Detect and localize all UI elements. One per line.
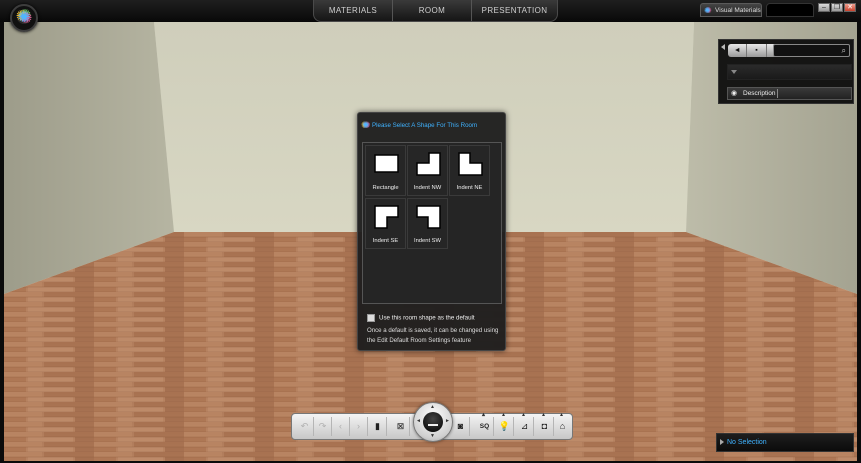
door-icon[interactable]: ▮: [369, 417, 387, 436]
main-nav-tabs: MATERIALS ROOM PRESENTATION: [313, 0, 558, 22]
indent-nw-shape-icon: [416, 152, 441, 176]
wheel-left-icon[interactable]: ◄: [416, 419, 421, 424]
default-note: Once a default is saved, it can be chang…: [367, 327, 499, 344]
close-button[interactable]: ✕: [844, 3, 856, 12]
panel-collapse-icon[interactable]: [721, 44, 725, 50]
caret-up-icon: ▴: [542, 412, 546, 418]
column-divider: [777, 89, 778, 98]
camera-fit-icon[interactable]: ◙: [452, 417, 470, 436]
nav-menu-button[interactable]: ▪: [747, 44, 767, 57]
lightbulb-icon[interactable]: ▴ 💡: [496, 412, 514, 436]
shape-label: Indent NW: [413, 185, 442, 191]
wheel-center-bar: [428, 424, 438, 426]
tab-room[interactable]: ROOM: [393, 0, 472, 21]
shape-label: Indent NE: [456, 185, 483, 191]
app-window: ✺ MATERIALS ROOM PRESENTATION ✺ Visual M…: [0, 0, 861, 463]
expand-arrow-icon[interactable]: [720, 439, 724, 445]
shape-grid: Rectangle Indent NW Indent NE Indent SE: [362, 142, 502, 304]
navigation-wheel[interactable]: ▲ ▼ ◄ ►: [413, 402, 453, 442]
panel-search-input[interactable]: ⌕: [773, 44, 850, 57]
indent-sw-shape-icon: [416, 205, 441, 229]
indent-se-shape-icon: [374, 205, 399, 229]
dialog-title-text: Please Select A Shape For This Room: [372, 122, 478, 130]
shape-rectangle[interactable]: Rectangle: [365, 145, 406, 196]
wheel-up-icon[interactable]: ▲: [430, 405, 435, 410]
tab-materials[interactable]: MATERIALS: [314, 0, 393, 21]
shape-label: Indent SE: [372, 238, 399, 244]
shape-label: Indent SW: [413, 238, 442, 244]
default-checkbox[interactable]: [367, 314, 375, 322]
step-back-button[interactable]: ‹: [332, 417, 350, 436]
restore-button[interactable]: ❐: [831, 3, 843, 12]
room-shape-dialog: ✺ Please Select A Shape For This Room Rec…: [357, 112, 506, 351]
eye-icon[interactable]: ◉: [731, 88, 737, 99]
default-checkbox-row[interactable]: Use this room shape as the default: [367, 314, 475, 323]
shape-indent-nw[interactable]: Indent NW: [407, 145, 448, 196]
square-feet-button[interactable]: ▴ SQ: [476, 412, 494, 436]
empty-tab[interactable]: [766, 3, 814, 17]
selection-status-text: No Selection: [727, 439, 767, 446]
shape-indent-sw[interactable]: Indent SW: [407, 198, 448, 249]
rectangle-shape-icon: [374, 154, 399, 173]
tab-presentation[interactable]: PRESENTATION: [472, 0, 557, 21]
right-panel: ◄ ▪ ► ⌕ ◉ Description: [718, 39, 854, 104]
caret-up-icon: ▴: [502, 412, 506, 418]
home-icon[interactable]: ▴ ⌂: [554, 412, 571, 436]
visual-materials-tab[interactable]: ✺ Visual Materials: [700, 3, 762, 17]
visual-materials-icon: ✺: [704, 6, 711, 15]
visual-materials-label: Visual Materials: [715, 7, 761, 14]
wheel-center-button[interactable]: [423, 412, 443, 432]
shape-indent-ne[interactable]: Indent NE: [449, 145, 490, 196]
default-checkbox-label: Use this room shape as the default: [379, 314, 475, 322]
panel-dropdown[interactable]: [727, 64, 852, 80]
camera-icon[interactable]: ▴ ◘: [536, 412, 554, 436]
app-logo-icon[interactable]: ✺: [10, 4, 38, 32]
window-controls: – ❐ ✕: [818, 3, 856, 12]
cancel-x-icon[interactable]: ⊠: [392, 417, 410, 436]
caret-up-icon: ▴: [482, 412, 486, 418]
shape-label: Rectangle: [372, 185, 399, 191]
minimize-button[interactable]: –: [818, 3, 830, 12]
step-forward-button[interactable]: ›: [350, 417, 368, 436]
shape-indent-se[interactable]: Indent SE: [365, 198, 406, 249]
caret-up-icon: ▴: [522, 412, 526, 418]
caret-up-icon: ▴: [560, 412, 564, 418]
wheel-down-icon[interactable]: ▼: [430, 434, 435, 439]
selection-status[interactable]: No Selection: [716, 433, 854, 452]
nav-prev-button[interactable]: ◄: [728, 44, 748, 57]
view-angle-icon[interactable]: ▴ ⊿: [516, 412, 534, 436]
dialog-logo-icon: ✺: [362, 120, 370, 130]
dropdown-arrow-icon: [731, 70, 737, 74]
dialog-title: ✺ Please Select A Shape For This Room: [362, 121, 477, 130]
wheel-right-icon[interactable]: ►: [445, 419, 450, 424]
search-icon[interactable]: ⌕: [842, 46, 846, 56]
sq-label: SQ: [479, 423, 490, 430]
description-label: Description: [743, 90, 776, 97]
indent-ne-shape-icon: [458, 152, 483, 176]
redo-button[interactable]: ↷: [314, 417, 332, 436]
description-row[interactable]: ◉ Description: [727, 87, 852, 100]
logo-burst-icon: ✺: [17, 9, 31, 26]
undo-button[interactable]: ↶: [296, 417, 314, 436]
